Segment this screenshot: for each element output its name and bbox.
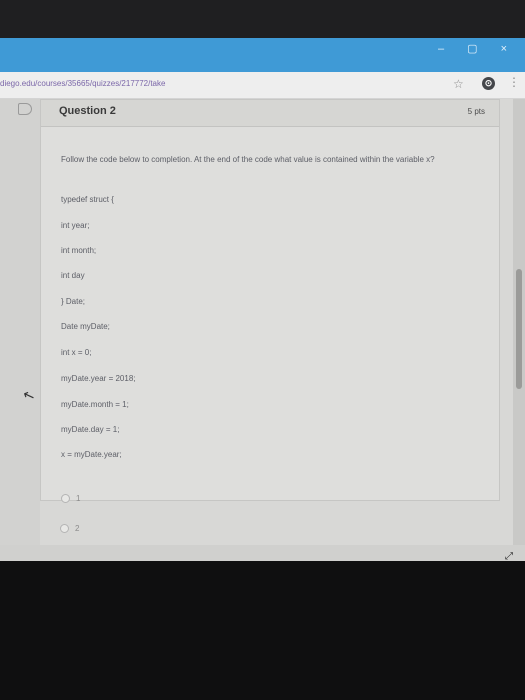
menu-dots-icon[interactable]: ⋮ xyxy=(508,75,520,89)
code-line: myDate.year = 2018; xyxy=(61,374,136,383)
answer-option-2[interactable]: 2 xyxy=(60,524,80,534)
mouse-cursor-icon: ↖ xyxy=(20,385,37,405)
url-text[interactable]: diego.edu/courses/35665/quizzes/217772/t… xyxy=(0,79,165,88)
code-line: int x = 0; xyxy=(61,348,92,357)
answer-option-1[interactable]: 1 xyxy=(61,494,81,504)
window-controls[interactable]: – ▢ × xyxy=(438,42,517,55)
scrollbar-thumb[interactable] xyxy=(516,269,522,389)
option-label: 2 xyxy=(75,524,80,533)
question-card: Question 2 5 pts Follow the code below t… xyxy=(40,99,500,504)
device-bezel-top xyxy=(0,0,525,40)
code-line: int month; xyxy=(61,246,97,255)
profile-icon[interactable]: ⊙ xyxy=(482,77,495,90)
code-line: Date myDate; xyxy=(61,322,110,331)
radio-button[interactable] xyxy=(60,524,69,534)
flag-question-icon[interactable] xyxy=(18,103,32,115)
option-label: 1 xyxy=(76,494,81,503)
code-line: x = myDate.year; xyxy=(61,450,122,459)
left-gutter: ↖ xyxy=(0,99,40,561)
radio-button[interactable] xyxy=(61,494,70,504)
code-line: } Date; xyxy=(61,297,86,306)
bookmark-star-icon[interactable]: ☆ xyxy=(453,77,464,91)
browser-titlebar: – ▢ × xyxy=(0,38,525,72)
page-scrollbar[interactable] xyxy=(513,99,525,561)
code-line: int day xyxy=(61,271,85,280)
page-content: ↖ Question 2 5 pts Follow the code below… xyxy=(0,99,525,561)
device-bezel-bottom xyxy=(0,561,525,700)
code-line: myDate.day = 1; xyxy=(61,425,120,434)
code-line: myDate.month = 1; xyxy=(61,400,129,409)
question-header: Question 2 5 pts xyxy=(41,100,499,127)
page-bottom-strip xyxy=(0,545,525,561)
question-points: 5 pts xyxy=(467,107,485,116)
address-bar[interactable]: diego.edu/courses/35665/quizzes/217772/t… xyxy=(0,72,525,99)
question-title: Question 2 xyxy=(59,105,116,117)
question-prompt: Follow the code below to completion. At … xyxy=(61,155,435,164)
code-line: int year; xyxy=(61,221,90,230)
code-line: typedef struct { xyxy=(61,195,114,204)
